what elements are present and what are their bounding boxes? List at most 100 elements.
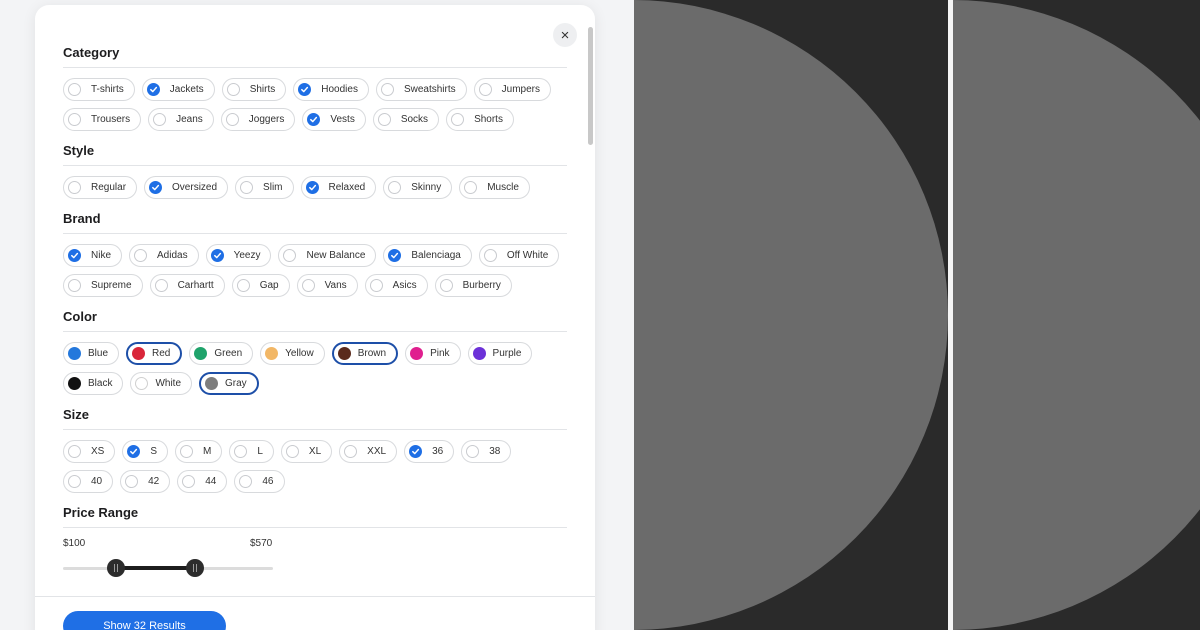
checkbox-icon[interactable] xyxy=(483,249,497,262)
option-chip-xl[interactable]: XL xyxy=(280,440,333,463)
checkbox-icon[interactable] xyxy=(68,83,81,96)
option-chip-white[interactable]: White xyxy=(130,372,193,395)
checkbox-icon[interactable] xyxy=(225,113,239,126)
checkbox-icon[interactable] xyxy=(380,83,394,96)
checkbox-icon[interactable] xyxy=(377,113,391,126)
option-chip-42[interactable]: 42 xyxy=(120,470,171,493)
option-chip-muscle[interactable]: Muscle xyxy=(459,176,530,199)
option-chip-hoodies[interactable]: Hoodies xyxy=(293,78,369,101)
option-chip-s[interactable]: S xyxy=(122,440,169,463)
checkbox-checked-icon[interactable] xyxy=(210,249,224,262)
checkbox-icon[interactable] xyxy=(134,249,148,262)
option-chip-purple[interactable]: Purple xyxy=(467,342,533,365)
option-chip-xxl[interactable]: XXL xyxy=(339,440,398,463)
checkbox-icon[interactable] xyxy=(344,445,358,458)
checkbox-icon[interactable] xyxy=(180,445,194,458)
option-chip-jumpers[interactable]: Jumpers xyxy=(473,78,551,101)
option-chip-nike[interactable]: Nike xyxy=(63,244,123,267)
checkbox-icon[interactable] xyxy=(234,445,248,458)
checkbox-icon[interactable] xyxy=(68,113,81,126)
option-chip-supreme[interactable]: Supreme xyxy=(63,274,143,297)
checkbox-checked-icon[interactable] xyxy=(409,445,423,458)
option-chip-jackets[interactable]: Jackets xyxy=(141,78,215,101)
checkbox-icon[interactable] xyxy=(153,113,167,126)
option-chip-green[interactable]: Green xyxy=(189,342,254,365)
checkbox-icon[interactable] xyxy=(68,181,81,194)
option-chip-gap[interactable]: Gap xyxy=(231,274,290,297)
checkbox-icon[interactable] xyxy=(68,475,81,488)
option-chip-oversized[interactable]: Oversized xyxy=(144,176,229,199)
option-chip-vans[interactable]: Vans xyxy=(296,274,358,297)
option-chip-44[interactable]: 44 xyxy=(177,470,228,493)
option-chip-36[interactable]: 36 xyxy=(404,440,455,463)
option-chip-m[interactable]: M xyxy=(175,440,223,463)
option-chip-asics[interactable]: Asics xyxy=(364,274,428,297)
option-chip-burberry[interactable]: Burberry xyxy=(434,274,512,297)
option-chip-pink[interactable]: Pink xyxy=(405,342,461,365)
slider-min-handle[interactable] xyxy=(106,559,125,577)
option-chip-vests[interactable]: Vests xyxy=(302,108,366,131)
option-chip-l[interactable]: L xyxy=(229,440,274,463)
checkbox-icon[interactable] xyxy=(451,113,465,126)
modal-scrollbar[interactable] xyxy=(588,27,593,145)
checkbox-checked-icon[interactable] xyxy=(149,181,163,194)
price-range-slider[interactable] xyxy=(63,558,273,578)
checkbox-checked-icon[interactable] xyxy=(68,249,81,262)
option-chip-new-balance[interactable]: New Balance xyxy=(278,244,377,267)
option-chip-relaxed[interactable]: Relaxed xyxy=(300,176,377,199)
option-chip-38[interactable]: 38 xyxy=(461,440,512,463)
option-chip-balenciaga[interactable]: Balenciaga xyxy=(383,244,472,267)
checkbox-icon[interactable] xyxy=(226,83,240,96)
option-chip-sweatshirts[interactable]: Sweatshirts xyxy=(375,78,467,101)
option-chip-skinny[interactable]: Skinny xyxy=(383,176,453,199)
checkbox-icon[interactable] xyxy=(283,249,297,262)
option-chip-yellow[interactable]: Yellow xyxy=(260,342,325,365)
close-button[interactable]: × xyxy=(553,23,577,47)
checkbox-icon[interactable] xyxy=(478,83,492,96)
option-chip-blue[interactable]: Blue xyxy=(63,342,120,365)
checkbox-icon[interactable] xyxy=(239,475,253,488)
checkbox-icon[interactable] xyxy=(301,279,315,292)
checkbox-checked-icon[interactable] xyxy=(388,249,402,262)
option-chip-shirts[interactable]: Shirts xyxy=(221,78,287,101)
option-chip-black[interactable]: Black xyxy=(63,372,124,395)
option-chip-regular[interactable]: Regular xyxy=(63,176,138,199)
checkbox-icon[interactable] xyxy=(464,181,478,194)
option-chip-gray[interactable]: Gray xyxy=(199,372,259,395)
option-chip-slim[interactable]: Slim xyxy=(235,176,294,199)
option-chip-carhartt[interactable]: Carhartt xyxy=(149,274,225,297)
checkbox-checked-icon[interactable] xyxy=(146,83,160,96)
option-chip-46[interactable]: 46 xyxy=(234,470,285,493)
slider-max-handle[interactable] xyxy=(186,559,205,577)
checkbox-icon[interactable] xyxy=(68,445,81,458)
option-chip-joggers[interactable]: Joggers xyxy=(220,108,296,131)
checkbox-icon[interactable] xyxy=(240,181,254,194)
option-chip-xs[interactable]: XS xyxy=(63,440,116,463)
checkbox-icon[interactable] xyxy=(154,279,168,292)
checkbox-icon[interactable] xyxy=(285,445,299,458)
option-chip-40[interactable]: 40 xyxy=(63,470,114,493)
checkbox-checked-icon[interactable] xyxy=(305,181,319,194)
show-results-button[interactable]: Show 32 Results xyxy=(63,611,226,630)
checkbox-checked-icon[interactable] xyxy=(127,445,141,458)
option-chip-trousers[interactable]: Trousers xyxy=(63,108,142,131)
option-chip-yeezy[interactable]: Yeezy xyxy=(205,244,272,267)
checkbox-icon[interactable] xyxy=(236,279,250,292)
checkbox-checked-icon[interactable] xyxy=(298,83,312,96)
option-chip-shorts[interactable]: Shorts xyxy=(446,108,514,131)
option-chip-red[interactable]: Red xyxy=(126,342,183,365)
option-chip-jeans[interactable]: Jeans xyxy=(148,108,214,131)
option-chip-t-shirts[interactable]: T-shirts xyxy=(63,78,135,101)
checkbox-icon[interactable] xyxy=(182,475,196,488)
checkbox-checked-icon[interactable] xyxy=(307,113,321,126)
option-chip-brown[interactable]: Brown xyxy=(331,342,399,365)
option-chip-socks[interactable]: Socks xyxy=(372,108,440,131)
checkbox-icon[interactable] xyxy=(68,279,81,292)
checkbox-icon[interactable] xyxy=(369,279,383,292)
checkbox-icon[interactable] xyxy=(439,279,453,292)
checkbox-icon[interactable] xyxy=(388,181,402,194)
option-chip-off-white[interactable]: Off White xyxy=(478,244,560,267)
option-chip-adidas[interactable]: Adidas xyxy=(129,244,199,267)
checkbox-icon[interactable] xyxy=(125,475,139,488)
checkbox-icon[interactable] xyxy=(466,445,480,458)
